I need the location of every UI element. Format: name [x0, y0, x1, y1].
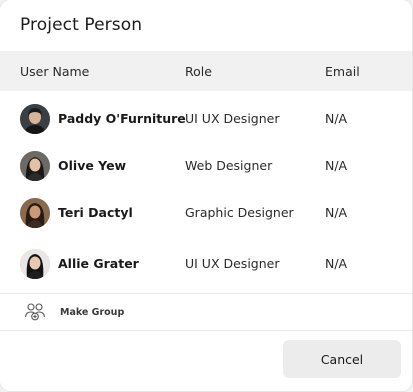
user-email: N/A [325, 111, 348, 126]
table-row[interactable]: Allie Grater UI UX Designer N/A [0, 241, 412, 287]
avatar [20, 249, 50, 279]
user-name: Olive Yew [58, 158, 127, 173]
column-header-role[interactable]: Role [185, 64, 212, 79]
user-email: N/A [325, 256, 348, 271]
make-group-button[interactable]: Make Group [0, 293, 412, 331]
user-email: N/A [325, 158, 348, 173]
table-header: User Name Role Email [0, 51, 412, 91]
table-row[interactable]: Paddy O'Furniture UI UX Designer N/A [0, 96, 412, 142]
user-role: Web Designer [185, 158, 273, 173]
user-name: Paddy O'Furniture [58, 111, 186, 126]
user-name: Allie Grater [58, 256, 139, 271]
column-header-email[interactable]: Email [325, 64, 360, 79]
dialog-title: Project Person [20, 15, 143, 35]
table-row[interactable]: Olive Yew Web Designer N/A [0, 143, 412, 189]
table-row[interactable]: Teri Dactyl Graphic Designer N/A [0, 190, 412, 236]
user-name: Teri Dactyl [58, 205, 133, 220]
make-group-label: Make Group [60, 307, 125, 318]
cancel-button[interactable]: Cancel [283, 340, 401, 378]
user-role: UI UX Designer [185, 111, 280, 126]
user-email: N/A [325, 205, 348, 220]
avatar [20, 104, 50, 134]
project-person-dialog: Project Person User Name Role Email Padd… [0, 0, 412, 391]
user-role: Graphic Designer [185, 205, 294, 220]
avatar [20, 198, 50, 228]
column-header-user-name[interactable]: User Name [20, 64, 89, 79]
users-group-add-icon [24, 302, 46, 322]
user-role: UI UX Designer [185, 256, 280, 271]
avatar [20, 151, 50, 181]
